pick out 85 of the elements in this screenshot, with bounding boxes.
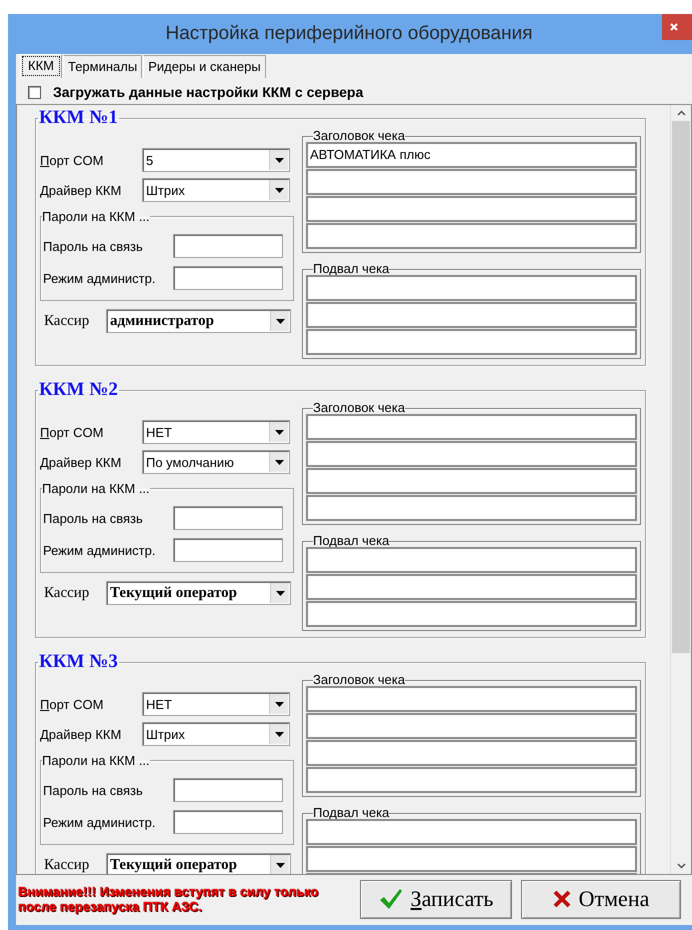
group-title: ККМ №2 — [38, 380, 119, 400]
group-title: Подвал чека — [313, 535, 390, 547]
text-field[interactable] — [306, 169, 637, 195]
tab[interactable]: Терминалы — [62, 55, 142, 78]
input-field[interactable] — [173, 778, 283, 802]
field-label: Пароль на связь — [43, 510, 144, 526]
cancel-button[interactable]: Отмена — [521, 880, 681, 918]
dropdown-arrow-icon — [274, 188, 284, 192]
checkbox-label: Загружать данные настройки ККМ с сервера — [53, 84, 364, 100]
input-field[interactable] — [173, 506, 283, 530]
text-field[interactable] — [306, 547, 637, 573]
field-label: Режим администр. — [43, 270, 156, 286]
dropdown[interactable]: Штрих — [142, 178, 290, 202]
dropdown-arrow-icon — [274, 732, 284, 736]
text-field[interactable]: АВТОМАТИКА плюс — [306, 142, 637, 168]
text-field[interactable] — [306, 846, 637, 872]
text-field[interactable] — [306, 767, 637, 793]
dropdown[interactable]: Штрих — [142, 722, 290, 746]
dropdown-arrow-icon — [276, 862, 284, 868]
text-field[interactable] — [306, 601, 637, 627]
close-icon — [670, 23, 678, 31]
dropdown-arrow-icon — [276, 590, 284, 596]
field-label: Порт COM — [40, 152, 104, 168]
dropdown[interactable]: Текущий оператор — [106, 581, 291, 605]
text-field[interactable] — [306, 196, 637, 222]
input-field[interactable] — [173, 538, 283, 562]
text-field[interactable] — [306, 713, 637, 739]
text-field[interactable] — [306, 686, 637, 712]
cross-icon — [552, 890, 571, 908]
tab[interactable]: Ридеры и сканеры — [143, 55, 266, 78]
dropdown-arrow-icon — [274, 702, 284, 706]
text-field[interactable] — [306, 740, 637, 766]
scrollbar-thumb[interactable] — [672, 121, 690, 653]
dropdown-arrow-icon — [274, 460, 284, 464]
text-field[interactable] — [306, 574, 637, 600]
dropdown-arrow-icon — [276, 318, 284, 324]
dropdown-arrow-icon — [274, 158, 284, 162]
field-label: Пароль на связь — [43, 782, 144, 798]
dropdown[interactable]: НЕТ — [142, 692, 290, 716]
text-field[interactable] — [306, 414, 637, 440]
close-button[interactable] — [662, 14, 692, 40]
field-label: Драйвер ККМ — [40, 182, 122, 198]
field-label: Режим администр. — [43, 814, 156, 830]
field-label: Порт COM — [40, 696, 104, 712]
text-field[interactable] — [306, 223, 637, 249]
group-title: Подвал чека — [313, 807, 390, 819]
dropdown[interactable]: администратор — [106, 309, 291, 333]
text-field[interactable] — [306, 275, 637, 301]
text-field[interactable] — [306, 302, 637, 328]
save-button[interactable]: Записать — [360, 880, 512, 918]
field-label: Драйвер ККМ — [40, 726, 122, 742]
input-field[interactable] — [173, 266, 283, 290]
group-title: Заголовок чека — [313, 130, 405, 142]
group-title: Подвал чека — [313, 263, 390, 275]
text-field[interactable] — [306, 819, 637, 845]
text-field[interactable] — [306, 495, 637, 521]
checkmark-icon — [378, 888, 403, 910]
input-field[interactable] — [173, 234, 283, 258]
dropdown[interactable]: НЕТ — [142, 420, 290, 444]
dropdown[interactable]: Текущий оператор — [106, 853, 291, 874]
field-label: Пароль на связь — [43, 238, 144, 254]
text-field[interactable] — [306, 441, 637, 467]
group-title: ККМ №1 — [38, 108, 119, 128]
field-label: Режим администр. — [43, 542, 156, 558]
group-title: Пароли на ККМ ... — [42, 209, 150, 224]
dropdown[interactable]: По умолчанию — [142, 450, 290, 474]
warning-text: Внимание!!! Изменения вступят в силу только после перезапуска ПТК АЗС. — [18, 884, 320, 914]
field-label: Кассир — [43, 856, 90, 874]
field-label: Порт COM — [40, 424, 104, 440]
text-field[interactable] — [306, 329, 637, 355]
field-label: Драйвер ККМ — [40, 454, 122, 470]
text-field[interactable] — [306, 468, 637, 494]
checkbox[interactable] — [28, 86, 41, 98]
group-title: Заголовок чека — [313, 674, 405, 686]
dropdown-arrow-icon — [274, 430, 284, 434]
tab[interactable]: ККМ — [20, 54, 62, 78]
window-title: Настройка периферийного оборудования — [164, 23, 534, 45]
field-label: Кассир — [43, 312, 90, 330]
group-title: Заголовок чека — [313, 402, 405, 414]
dropdown[interactable]: 5 — [142, 148, 290, 172]
field-label: Кассир — [43, 584, 90, 602]
group-title: Пароли на ККМ ... — [42, 481, 150, 496]
input-field[interactable] — [173, 810, 283, 834]
group-title: Пароли на ККМ ... — [42, 753, 150, 768]
group-title: ККМ №3 — [38, 652, 119, 672]
